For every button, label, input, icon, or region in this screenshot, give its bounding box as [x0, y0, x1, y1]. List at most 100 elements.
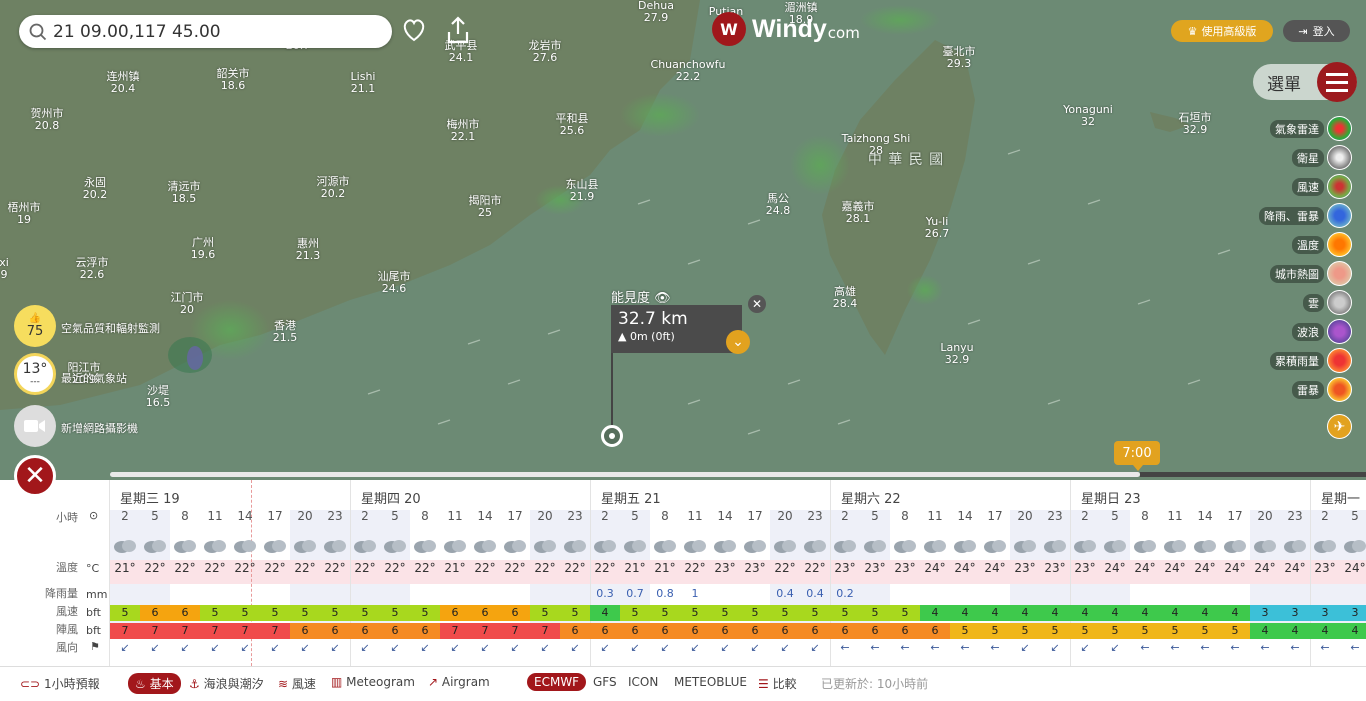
wind-cell: 4	[1190, 605, 1220, 621]
gust-cell: 4	[1310, 623, 1340, 639]
layer-item-wind[interactable]: 風速	[1259, 172, 1352, 201]
timeline-track[interactable]	[110, 472, 1140, 477]
cloud-icon	[1014, 540, 1036, 553]
rain-cell: 0.8	[656, 587, 674, 600]
layer-label: 降雨、雷暴	[1259, 206, 1324, 225]
layer-item-rain[interactable]: 降雨、雷暴	[1259, 201, 1352, 230]
premium-button[interactable]: ♛ 使用高級版	[1171, 20, 1273, 42]
place-label: 汕尾市 24.6	[377, 270, 411, 295]
menu-button[interactable]: 選單	[1253, 62, 1357, 102]
hour-cell: 8	[1141, 509, 1149, 523]
aqi-label[interactable]: 空氣品質和輻射監測	[61, 320, 160, 336]
hourly-toggle[interactable]: ⊂⊃ 1小時預報	[20, 675, 100, 692]
hour-cell: 2	[841, 509, 849, 523]
compare-button[interactable]: ☰ 比較	[758, 675, 797, 692]
hour-cell: 8	[421, 509, 429, 523]
temp-cell: 22°	[564, 561, 586, 575]
place-label: 香港 21.5	[272, 319, 298, 344]
gust-cell: 7	[500, 623, 530, 639]
close-icon[interactable]: ✕	[748, 295, 766, 313]
layer-item-accumulated-rain[interactable]: 累積雨量	[1259, 346, 1352, 375]
tab-wind[interactable]: ≋ 風速	[278, 675, 316, 692]
search-box[interactable]	[19, 15, 392, 48]
weather-station-widget[interactable]: 13° ---	[14, 353, 56, 395]
place-label: 嘉義市 28.1	[841, 200, 875, 225]
timeline-rest	[1140, 472, 1366, 477]
aqi-widget[interactable]: 👍 75	[14, 305, 56, 347]
login-button[interactable]: ⇥ 登入	[1283, 20, 1350, 42]
tab-basic[interactable]: ♨ 基本	[128, 673, 181, 694]
wind-direction-cell: ↙	[270, 641, 280, 654]
cloud-icon	[204, 540, 226, 553]
temp-cell: 22°	[474, 561, 496, 575]
wind-direction-cell: ←	[930, 641, 940, 654]
place-label: 广州 19.6	[190, 236, 216, 261]
rain-cell: 0.7	[626, 587, 644, 600]
hour-cell: 23	[1047, 509, 1063, 523]
wind-cell: 5	[680, 605, 710, 621]
cloud-icon	[954, 540, 976, 553]
thumb-up-icon: 👍	[28, 313, 42, 324]
model-meteoblue[interactable]: METEOBLUE	[674, 675, 747, 689]
place-label: Dehua 27.9	[638, 0, 674, 24]
share-icon[interactable]	[444, 16, 472, 44]
weather-map[interactable]: 20.7 武平县24.1 龙岩市27.6 Dehua27.9 Putian 湄洲…	[0, 0, 1366, 480]
layer-item-temperature[interactable]: 溫度	[1259, 230, 1352, 259]
cloud-icon	[864, 540, 886, 553]
wind-cell: 4	[1070, 605, 1100, 621]
hour-cell: 20	[1017, 509, 1033, 523]
cloud-icon	[234, 540, 256, 553]
picker-location-marker[interactable]	[601, 425, 623, 447]
temp-cell: 22°	[384, 561, 406, 575]
unit-temp: °C	[86, 562, 100, 575]
webcam-widget[interactable]	[14, 405, 56, 447]
gust-cell: 5	[1160, 623, 1190, 639]
cloud-icon	[1194, 540, 1216, 553]
layer-item-clouds[interactable]: 雲	[1259, 288, 1352, 317]
windy-logo[interactable]: W Windy com	[712, 12, 860, 46]
wind-cell: 4	[1220, 605, 1250, 621]
timeline-handle[interactable]: 7:00	[1114, 441, 1160, 471]
model-gfs[interactable]: GFS	[593, 675, 617, 689]
hour-cell: 5	[1111, 509, 1119, 523]
gust-cell: 7	[170, 623, 200, 639]
layer-item-radar[interactable]: 氣象雷達	[1259, 114, 1352, 143]
wind-direction-cell: ←	[1230, 641, 1240, 654]
layer-item-more[interactable]: ✈	[1259, 412, 1352, 441]
layer-label: 波浪	[1292, 322, 1324, 341]
cloud-icon	[624, 540, 646, 553]
tab-waves[interactable]: ⚓ 海浪與潮汐	[189, 675, 264, 692]
layer-item-heatmap[interactable]: 城市熱圖	[1259, 259, 1352, 288]
wind-cell: 4	[1130, 605, 1160, 621]
heart-icon[interactable]	[400, 16, 428, 44]
temp-cell: 22°	[174, 561, 196, 575]
place-label: 云浮市 22.6	[75, 256, 109, 281]
layer-item-waves[interactable]: 波浪	[1259, 317, 1352, 346]
search-input[interactable]	[53, 21, 373, 42]
temp-cell: 24°	[984, 561, 1006, 575]
cloud-icon	[1134, 540, 1156, 553]
hour-cell: 23	[567, 509, 583, 523]
hour-cell: 14	[477, 509, 493, 523]
tab-airgram[interactable]: ↗ Airgram	[428, 675, 490, 689]
wind-direction-cell: ↙	[630, 641, 640, 654]
hour-cell: 14	[237, 509, 253, 523]
layer-item-thunder[interactable]: 雷暴	[1259, 375, 1352, 404]
wind-direction-cell: ↙	[480, 641, 490, 654]
model-ecmwf[interactable]: ECMWF	[527, 673, 587, 691]
radar-icon	[1327, 116, 1352, 141]
layer-item-satellite[interactable]: 衛星	[1259, 143, 1352, 172]
picker-popup[interactable]: 32.7 km ▲ 0m (0ft)	[611, 305, 742, 353]
gust-cell: 5	[1070, 623, 1100, 639]
station-label[interactable]: 最近的氣象站	[61, 370, 127, 386]
tab-meteogram[interactable]: ▥ Meteogram	[331, 675, 415, 689]
gust-cell: 5	[1130, 623, 1160, 639]
hour-cell: 2	[121, 509, 129, 523]
chevron-down-icon[interactable]: ⌄	[726, 330, 750, 354]
accumulated-rain-icon	[1327, 348, 1352, 373]
model-icon[interactable]: ICON	[628, 675, 658, 689]
close-forecast-button[interactable]: ✕	[14, 455, 56, 497]
webcam-label[interactable]: 新增網路攝影機	[61, 420, 138, 436]
wind-direction-cell: ↙	[120, 641, 130, 654]
temp-cell: 22°	[774, 561, 796, 575]
